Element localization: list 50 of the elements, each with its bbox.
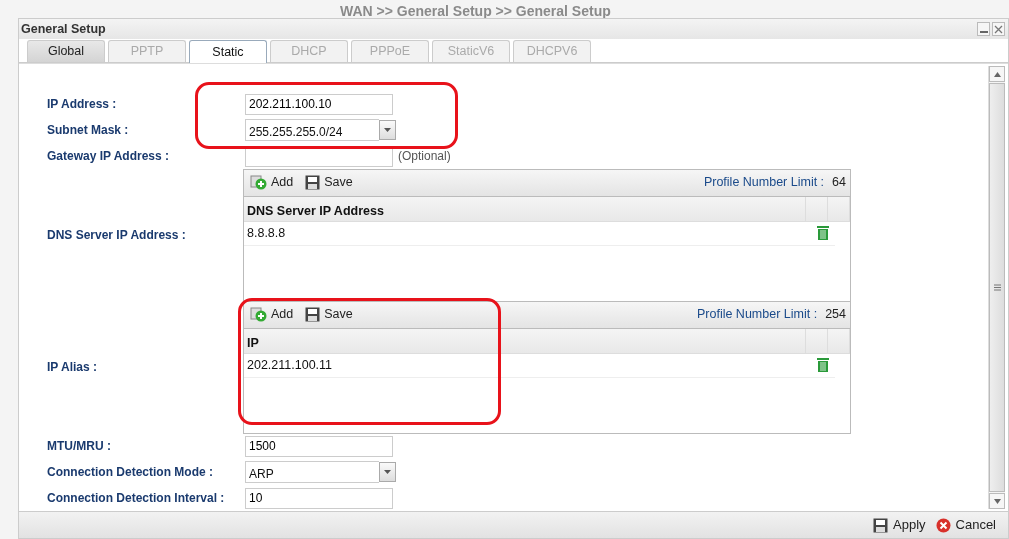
field-label: IP Address : xyxy=(47,96,118,113)
dropdown-field[interactable]: ARP xyxy=(245,461,379,483)
table-cell-text: 202.211.100.11 xyxy=(246,356,334,374)
tab[interactable]: Static xyxy=(189,40,267,63)
text-field[interactable]: 10 xyxy=(245,487,393,509)
dropdown-field[interactable]: 255.255.255.0/24 xyxy=(245,119,379,141)
trash-icon xyxy=(817,226,829,240)
close-button[interactable] xyxy=(992,22,1005,36)
limit-label: Profile Number Limit : xyxy=(696,306,818,324)
field-label: MTU/MRU : xyxy=(47,438,112,455)
save-button[interactable]: Save xyxy=(303,173,355,192)
apply-button[interactable]: Apply xyxy=(873,515,926,535)
background-breadcrumb: WAN >> General Setup >> General Setup xyxy=(340,2,611,21)
minimize-button[interactable] xyxy=(977,22,990,36)
dropdown-button[interactable] xyxy=(379,462,396,482)
add-icon xyxy=(250,175,267,190)
text-field[interactable]: 202.211.100.10 xyxy=(245,93,393,115)
tab[interactable]: Global xyxy=(27,40,105,62)
column-header: IP xyxy=(244,328,806,353)
field-label: DNS Server IP Address : xyxy=(47,227,187,244)
cancel-button[interactable]: Cancel xyxy=(935,515,996,535)
trash-icon xyxy=(817,358,829,372)
up-arrow-icon xyxy=(993,71,1001,77)
scrollbar[interactable] xyxy=(988,66,1005,509)
column-header: DNS Server IP Address xyxy=(244,196,806,221)
window-title: General Setup xyxy=(21,20,107,38)
caret-icon xyxy=(384,128,391,132)
field-label: Subnet Mask : xyxy=(47,122,130,139)
cancel-icon xyxy=(935,517,951,533)
delete-button[interactable] xyxy=(817,226,829,240)
close-icon xyxy=(994,24,1003,34)
optional-note: (Optional) xyxy=(398,148,451,165)
caret-icon xyxy=(384,470,391,474)
field-label: IP Alias : xyxy=(47,359,99,376)
add-icon xyxy=(250,307,267,322)
down-arrow-icon xyxy=(993,498,1001,504)
field-label: Gateway IP Address : xyxy=(47,148,171,165)
grip-icon xyxy=(993,284,1001,291)
dropdown-button[interactable] xyxy=(379,120,396,140)
limit-value: 64 xyxy=(832,174,846,192)
delete-button[interactable] xyxy=(817,358,829,372)
limit-label: Profile Number Limit : xyxy=(703,174,825,192)
add-button[interactable]: Add xyxy=(248,173,296,192)
table-cell-text: 8.8.8.8 xyxy=(246,224,287,242)
field-label: Connection Detection Mode : xyxy=(47,464,214,481)
add-button[interactable]: Add xyxy=(248,305,296,324)
limit-value: 254 xyxy=(825,306,846,324)
save-button[interactable]: Save xyxy=(303,305,355,324)
text-field[interactable]: 1500 xyxy=(245,435,393,457)
field-label: Connection Detection Interval : xyxy=(47,490,226,507)
